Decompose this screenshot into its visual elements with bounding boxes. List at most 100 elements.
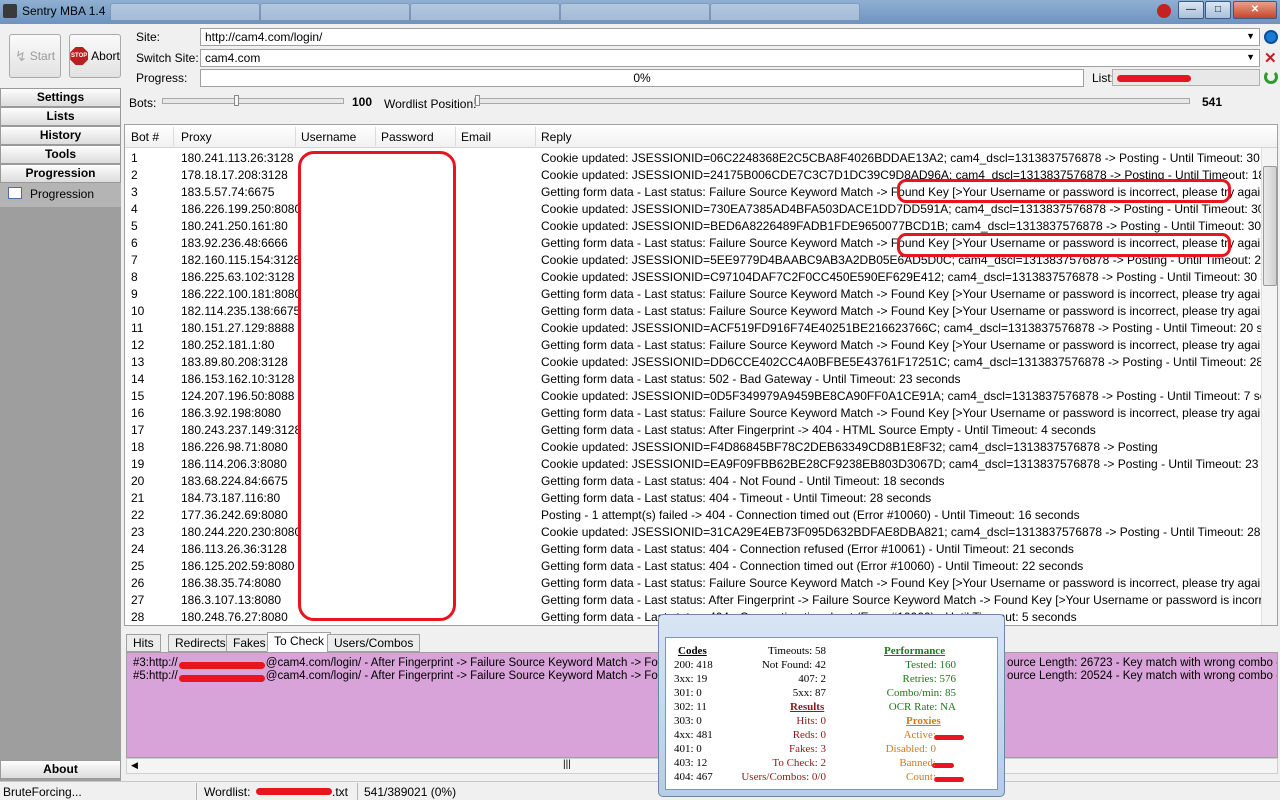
table-row[interactable]: 27 186.3.107.13:8080 Getting form data - L… — [125, 591, 1263, 608]
proxy-cell: 186.226.199.250:8080 — [181, 202, 299, 216]
sidebar-item-tools[interactable]: Tools — [0, 145, 121, 164]
close-button[interactable]: ✕ — [1233, 1, 1277, 19]
start-button[interactable]: ↯ Start — [9, 34, 61, 78]
sidebar-item-history[interactable]: History — [0, 126, 121, 145]
wordlist-position-value: 541 — [1202, 95, 1223, 109]
table-row[interactable]: 1 180.241.113.26:3128 Cookie updated: JSES… — [125, 149, 1263, 166]
switch-site-value: cam4.com — [205, 51, 261, 65]
bot-number-cell: 3 — [131, 185, 138, 199]
scroll-left-icon[interactable]: ◀ — [131, 760, 138, 771]
table-row[interactable]: 26 186.38.35.74:8080 Getting form data - L… — [125, 574, 1263, 591]
proxy-cell: 186.3.107.13:8080 — [181, 593, 282, 607]
maximize-button[interactable]: □ — [1205, 1, 1231, 19]
table-row[interactable]: 15 124.207.196.50:8088 Cookie updated: JSE… — [125, 387, 1263, 404]
redaction-scribble — [1117, 75, 1191, 82]
bot-number-cell: 14 — [131, 372, 145, 386]
bots-slider[interactable] — [162, 95, 344, 106]
tab-users-combos[interactable]: Users/Combos — [327, 634, 421, 652]
sidebar-item-about[interactable]: About — [0, 760, 121, 779]
bot-number-cell: 10 — [131, 304, 145, 318]
table-row[interactable]: 22 177.36.242.69:8080 Posting - 1 attempt(… — [125, 506, 1263, 523]
reply-cell: Cookie updated: JSESSIONID=730EA7385AD4B… — [541, 202, 1261, 216]
table-row[interactable]: 13 183.89.80.208:3128 Cookie updated: JSES… — [125, 353, 1263, 370]
table-row[interactable]: 12 180.252.181.1:80 Getting form data - La… — [125, 336, 1263, 353]
abort-button[interactable]: STOP Abort — [69, 34, 121, 78]
chevron-down-icon[interactable]: ▼ — [1246, 52, 1255, 62]
code-stat: 302: 11 — [674, 701, 707, 713]
column-header[interactable]: Username — [301, 130, 356, 144]
sidebar-item-settings[interactable]: Settings — [0, 88, 121, 107]
wordlist-label: Wordlist: — [204, 785, 251, 799]
tab-to-check[interactable]: To Check — [267, 632, 332, 652]
chevron-down-icon[interactable]: ▼ — [1246, 31, 1255, 41]
scrollbar-thumb[interactable] — [1263, 166, 1277, 286]
bot-number-cell: 5 — [131, 219, 138, 233]
bot-number-cell: 2 — [131, 168, 138, 182]
table-row[interactable]: 21 184.73.187.116:80 Getting form data - L… — [125, 489, 1263, 506]
reply-cell: Getting form data - Last status: 404 - N… — [541, 474, 945, 488]
delete-icon[interactable]: ✕ — [1264, 49, 1277, 67]
result-stat: To Check: 2 — [772, 757, 826, 769]
slider-thumb[interactable] — [475, 95, 480, 106]
performance-title: Performance — [884, 645, 946, 657]
sidebar-item-lists[interactable]: Lists — [0, 107, 121, 126]
background-tab — [710, 3, 860, 21]
table-row[interactable]: 18 186.226.98.71:8080 Cookie updated: JSES… — [125, 438, 1263, 455]
minimize-button[interactable]: — — [1178, 1, 1204, 19]
site-combobox[interactable]: http://cam4.com/login/ ▼ — [200, 28, 1260, 46]
background-tab — [110, 3, 260, 21]
title-bar — [0, 0, 1280, 24]
bot-number-cell: 22 — [131, 508, 145, 522]
switch-site-combobox[interactable]: cam4.com ▼ — [200, 49, 1260, 67]
column-header[interactable]: Proxy — [181, 130, 212, 144]
table-row[interactable]: 14 186.153.162.10:3128 Getting form data -… — [125, 370, 1263, 387]
redaction-scribble — [934, 735, 964, 740]
bot-number-cell: 25 — [131, 559, 145, 573]
response-stat: 5xx: 87 — [792, 687, 826, 699]
sidebar: Settings Lists History Tools Progression… — [0, 88, 121, 781]
code-stat: 303: 0 — [674, 715, 702, 727]
wordlist-position-slider[interactable] — [474, 95, 1190, 106]
column-header[interactable]: Bot # — [131, 130, 159, 144]
table-row[interactable]: 10 182.114.235.138:6675 Getting form data … — [125, 302, 1263, 319]
bot-number-cell: 16 — [131, 406, 145, 420]
tab-fakes[interactable]: Fakes — [226, 634, 273, 652]
column-header[interactable]: Password — [381, 130, 434, 144]
proxy-cell: 186.125.202.59:8080 — [181, 559, 295, 573]
table-row[interactable]: 5 180.241.250.161:80 Cookie updated: JSESS… — [125, 217, 1263, 234]
list-icon — [8, 187, 22, 199]
table-row[interactable]: 17 180.243.237.149:3128 Getting form data … — [125, 421, 1263, 438]
proxy-cell: 178.18.17.208:3128 — [181, 168, 288, 182]
slider-thumb[interactable] — [234, 95, 239, 106]
proxy-cell: 186.113.26.36:3128 — [181, 542, 287, 556]
table-row[interactable]: 16 186.3.92.198:8080 Getting form data - L… — [125, 404, 1263, 421]
refresh-icon[interactable] — [1264, 70, 1278, 84]
vertical-scrollbar[interactable] — [1261, 148, 1277, 625]
column-header[interactable]: Reply — [541, 130, 572, 144]
proxy-cell: 180.151.27.129:8888 — [181, 321, 295, 335]
scrollbar-grip[interactable]: ||| — [563, 759, 571, 770]
table-row[interactable]: 23 180.244.220.230:8080 Cookie updated: JS… — [125, 523, 1263, 540]
bot-number-cell: 19 — [131, 457, 145, 471]
proxy-cell: 180.248.76.27:8080 — [181, 610, 288, 624]
table-row[interactable]: 11 180.151.27.129:8888 Cookie updated: JSE… — [125, 319, 1263, 336]
table-row[interactable]: 25 186.125.202.59:8080 Getting form data -… — [125, 557, 1263, 574]
table-row[interactable]: 20 183.68.224.84:6675 Getting form data - … — [125, 472, 1263, 489]
sidebar-subitem-progression[interactable]: Progression — [0, 183, 121, 207]
tab-redirects[interactable]: Redirects — [168, 634, 233, 652]
bot-number-cell: 18 — [131, 440, 145, 454]
code-stat: 404: 467 — [674, 771, 713, 783]
sidebar-item-progression[interactable]: Progression — [0, 164, 121, 183]
table-row[interactable]: 8 186.225.63.102:3128 Cookie updated: JSES… — [125, 268, 1263, 285]
proxy-cell: 182.114.235.138:6675 — [181, 304, 299, 318]
column-header[interactable]: Email — [461, 130, 491, 144]
proxy-cell: 182.160.115.154:3128 — [181, 253, 299, 267]
table-row[interactable]: 9 186.222.100.181:8080 Getting form data -… — [125, 285, 1263, 302]
table-row[interactable]: 19 186.114.206.3:8080 Cookie updated: JSES… — [125, 455, 1263, 472]
tab-hits[interactable]: Hits — [126, 634, 161, 652]
results-title: Results — [790, 701, 825, 713]
globe-icon[interactable] — [1264, 30, 1278, 44]
alert-icon — [1157, 4, 1171, 18]
reply-cell: Getting form data - Last status: Failure… — [541, 406, 1261, 420]
table-row[interactable]: 24 186.113.26.36:3128 Getting form data - … — [125, 540, 1263, 557]
